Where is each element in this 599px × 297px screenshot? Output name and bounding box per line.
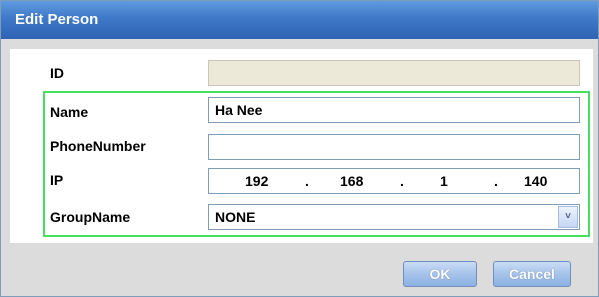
- edit-person-dialog: Edit Person ID Name Ha Nee PhoneNumber I…: [0, 0, 599, 297]
- cancel-button[interactable]: Cancel: [493, 261, 571, 287]
- form-panel: ID Name Ha Nee PhoneNumber IP 192 . 168 …: [10, 49, 593, 243]
- title-bar[interactable]: Edit Person: [1, 1, 598, 39]
- ok-button[interactable]: OK: [403, 261, 477, 287]
- id-field: [208, 60, 580, 86]
- dialog-title: Edit Person: [15, 11, 99, 28]
- id-label: ID: [50, 65, 64, 81]
- highlight-box: [43, 91, 590, 237]
